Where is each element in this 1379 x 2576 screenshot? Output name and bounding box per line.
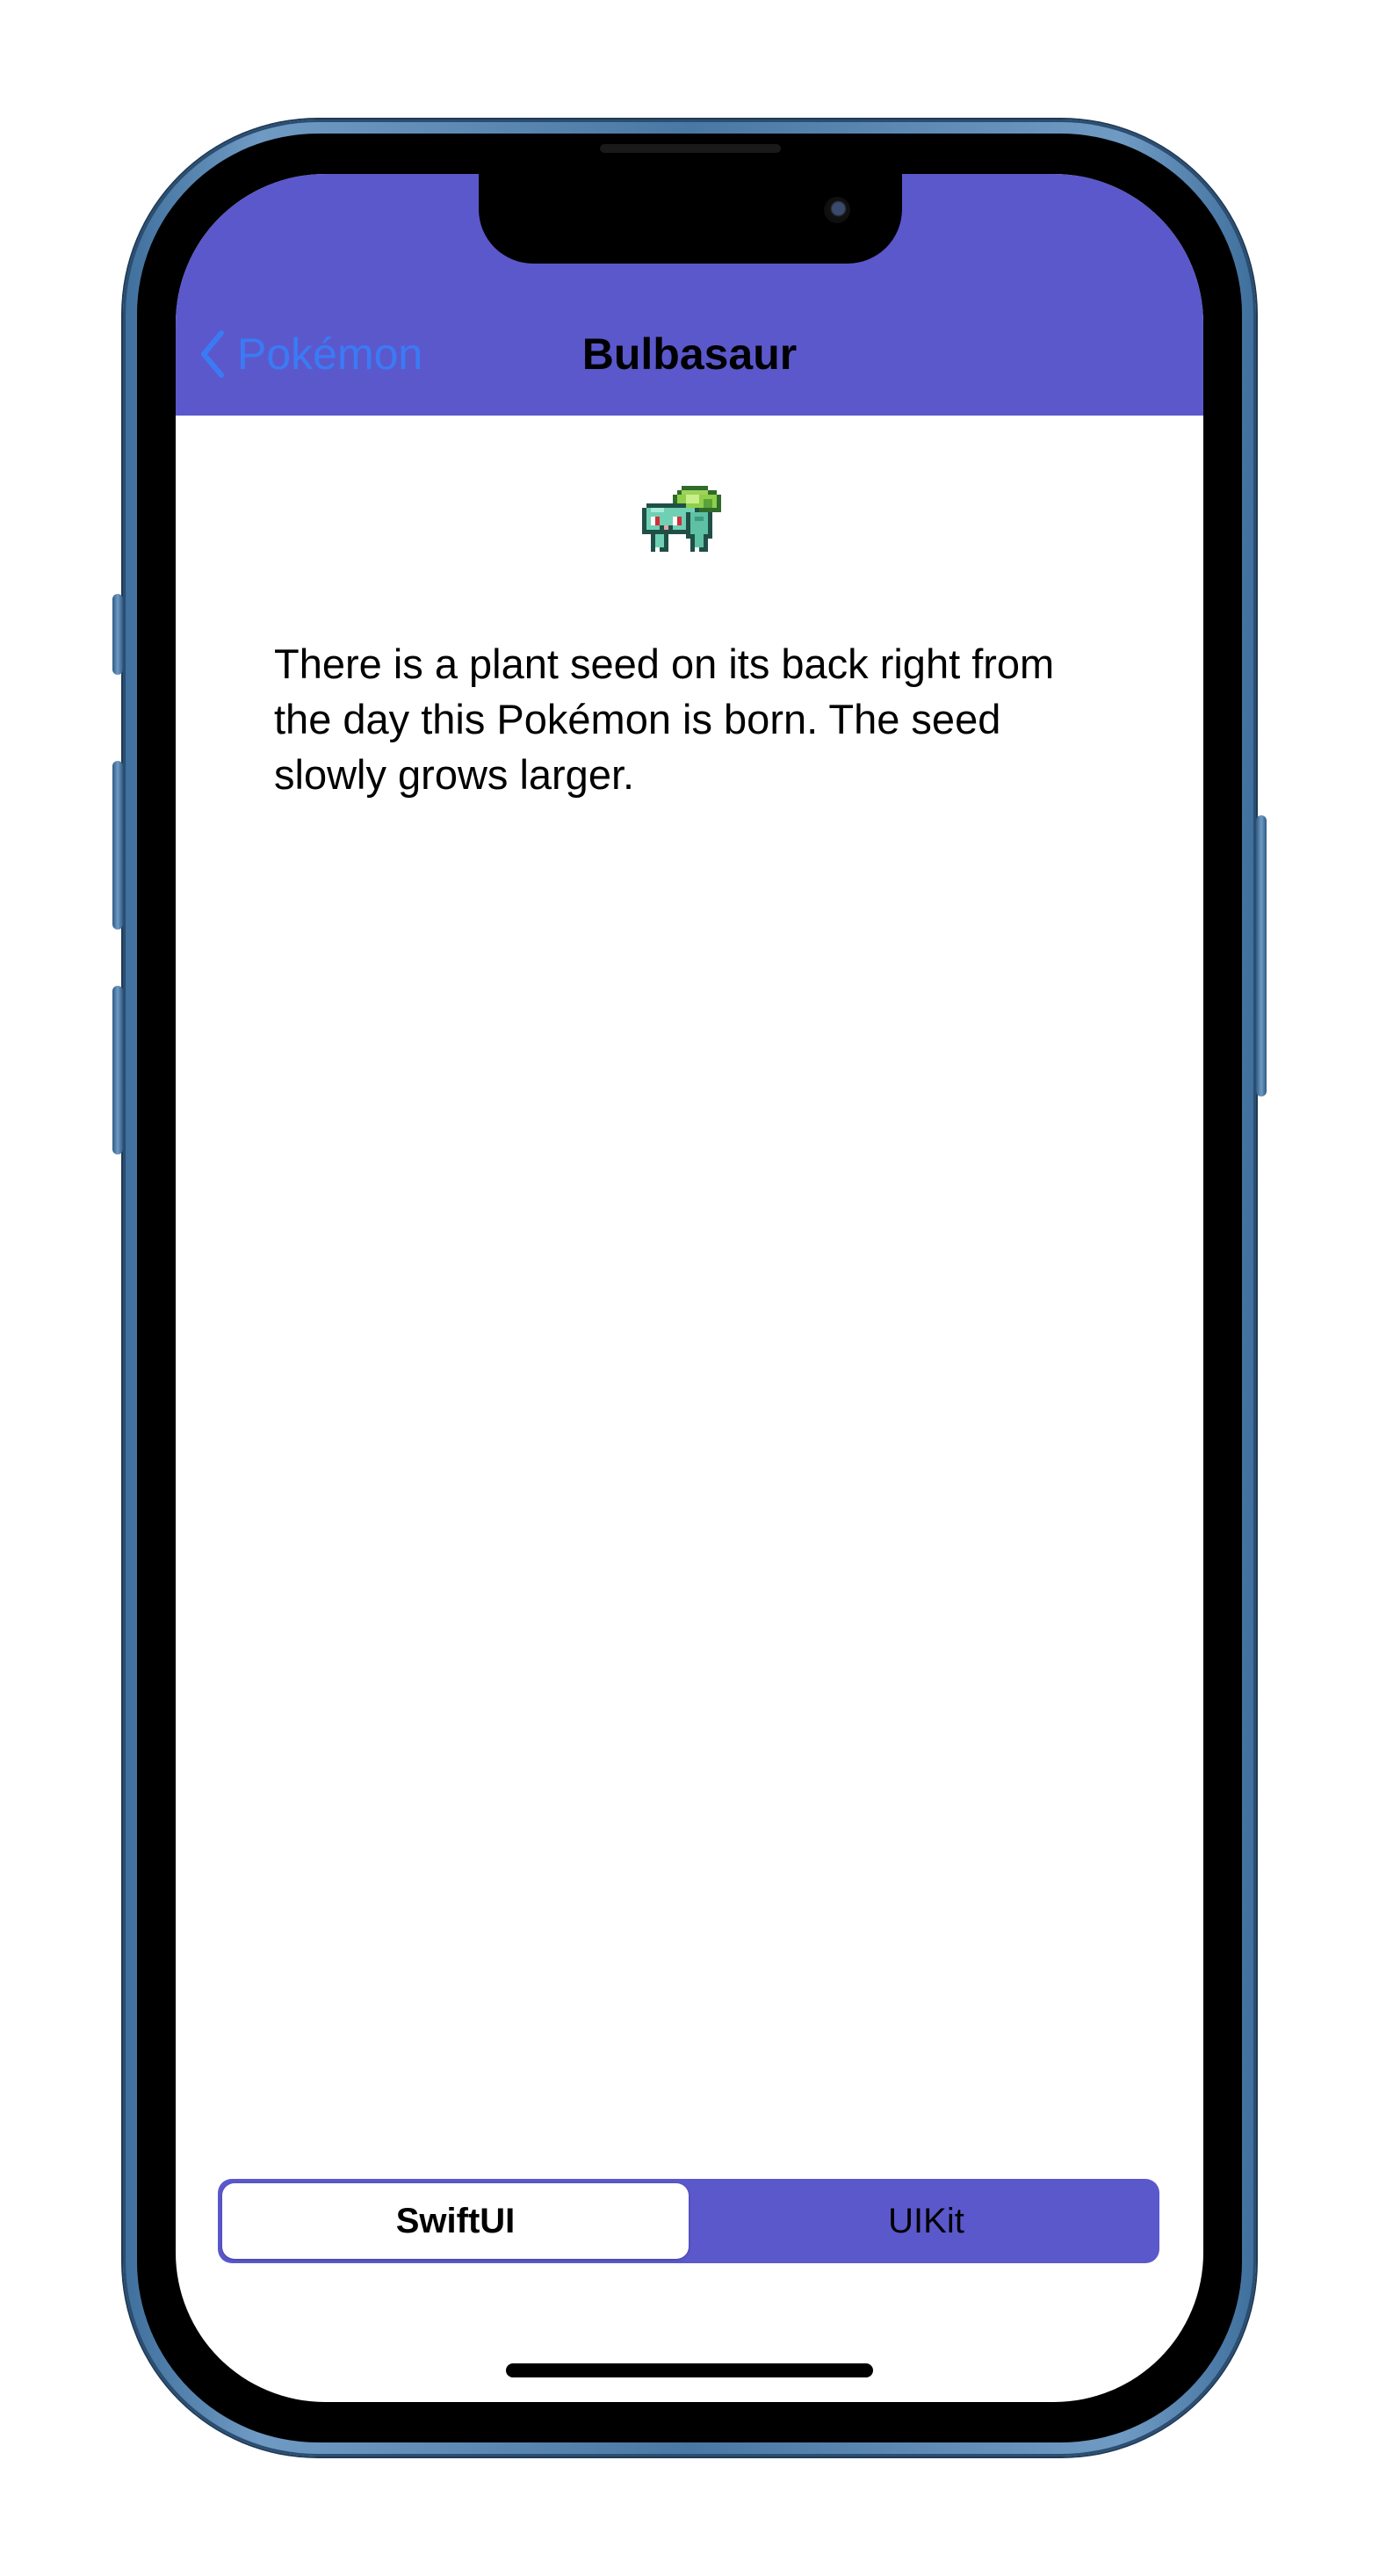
segment-swiftui[interactable]: SwiftUI — [222, 2183, 689, 2259]
screen: Bulbasaur Pokémon There is a plant seed … — [176, 174, 1203, 2402]
segment-uikit[interactable]: UIKit — [693, 2179, 1159, 2263]
chevron-left-icon — [201, 330, 224, 378]
pokemon-description: There is a plant seed on its back right … — [274, 640, 1055, 798]
bulbasaur-sprite-icon — [642, 486, 721, 552]
framework-segmented-control: SwiftUI UIKit — [218, 2179, 1159, 2263]
back-button-label: Pokémon — [237, 329, 423, 379]
volume-down-button — [112, 986, 123, 1154]
power-button — [1256, 815, 1267, 1096]
front-camera — [824, 197, 850, 223]
silent-switch — [112, 594, 123, 675]
back-button[interactable]: Pokémon — [199, 328, 422, 380]
home-indicator[interactable] — [506, 2363, 873, 2377]
notch — [479, 174, 902, 264]
earpiece-slot — [600, 144, 781, 153]
volume-up-button — [112, 761, 123, 930]
